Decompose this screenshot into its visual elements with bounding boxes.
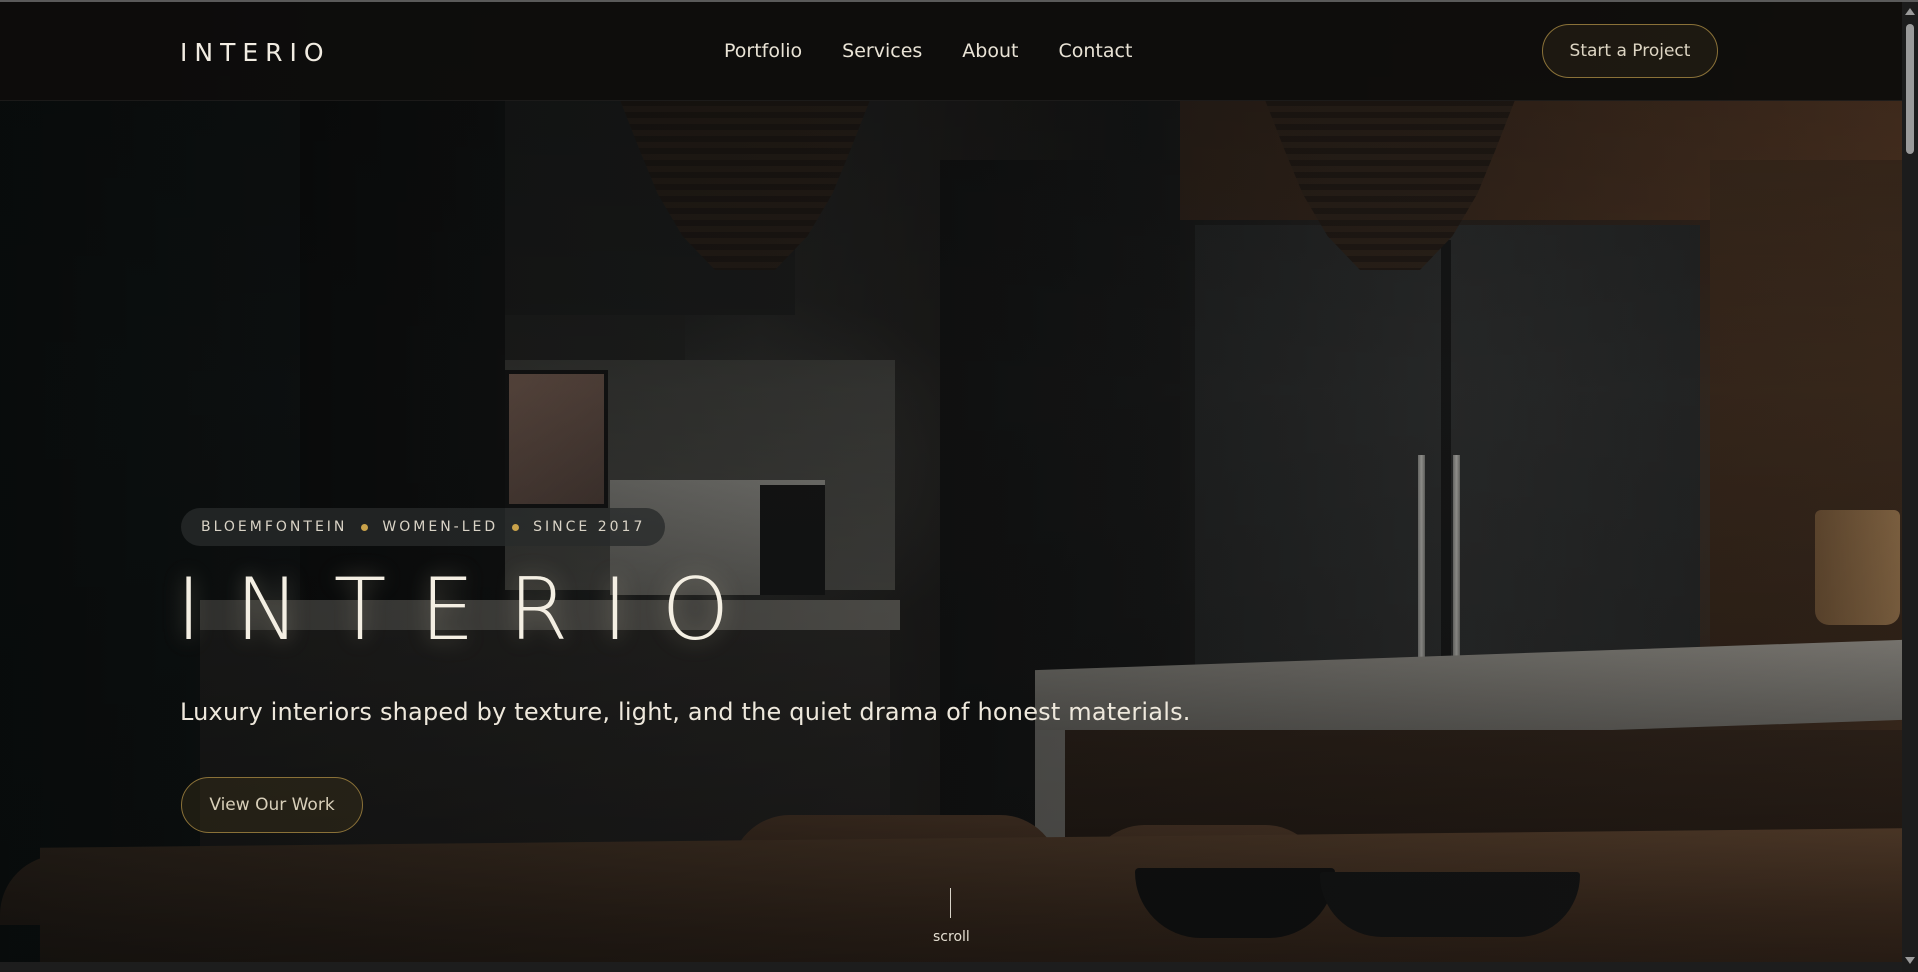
view-our-work-button[interactable]: View Our Work bbox=[181, 777, 363, 833]
nav-link-contact[interactable]: Contact bbox=[1058, 40, 1132, 62]
badge-item-location: BLOEMFONTEIN bbox=[201, 519, 348, 535]
brand-logo[interactable]: INTERIO bbox=[180, 38, 331, 67]
nav-link-services[interactable]: Services bbox=[842, 40, 922, 62]
nav-link-portfolio[interactable]: Portfolio bbox=[724, 40, 802, 62]
scrollbar-thumb[interactable] bbox=[1906, 24, 1914, 154]
nav-link-about[interactable]: About bbox=[962, 40, 1018, 62]
scroll-line-icon bbox=[950, 888, 951, 918]
badge-item-women-led: WOMEN-LED bbox=[382, 519, 499, 535]
site-header: INTERIO Portfolio Services About Contact… bbox=[0, 2, 1902, 101]
scroll-up-arrow-icon[interactable] bbox=[1905, 8, 1915, 15]
scroll-label[interactable]: scroll bbox=[933, 929, 970, 945]
badge-item-since: SINCE 2017 bbox=[533, 519, 646, 535]
window-top-edge bbox=[0, 0, 1918, 2]
start-project-button[interactable]: Start a Project bbox=[1542, 24, 1718, 78]
hero-subtitle: Luxury interiors shaped by texture, ligh… bbox=[180, 698, 1191, 726]
hero-badge: BLOEMFONTEIN WOMEN-LED SINCE 2017 bbox=[181, 508, 666, 546]
scroll-down-arrow-icon[interactable] bbox=[1905, 957, 1915, 964]
page-scrollbar[interactable] bbox=[1902, 2, 1918, 972]
gold-dot-icon bbox=[512, 523, 520, 531]
window-bottom-edge bbox=[0, 962, 1902, 972]
gold-dot-icon bbox=[361, 523, 369, 531]
main-nav: Portfolio Services About Contact bbox=[724, 40, 1132, 62]
hero-title: INTERIO bbox=[176, 560, 764, 660]
